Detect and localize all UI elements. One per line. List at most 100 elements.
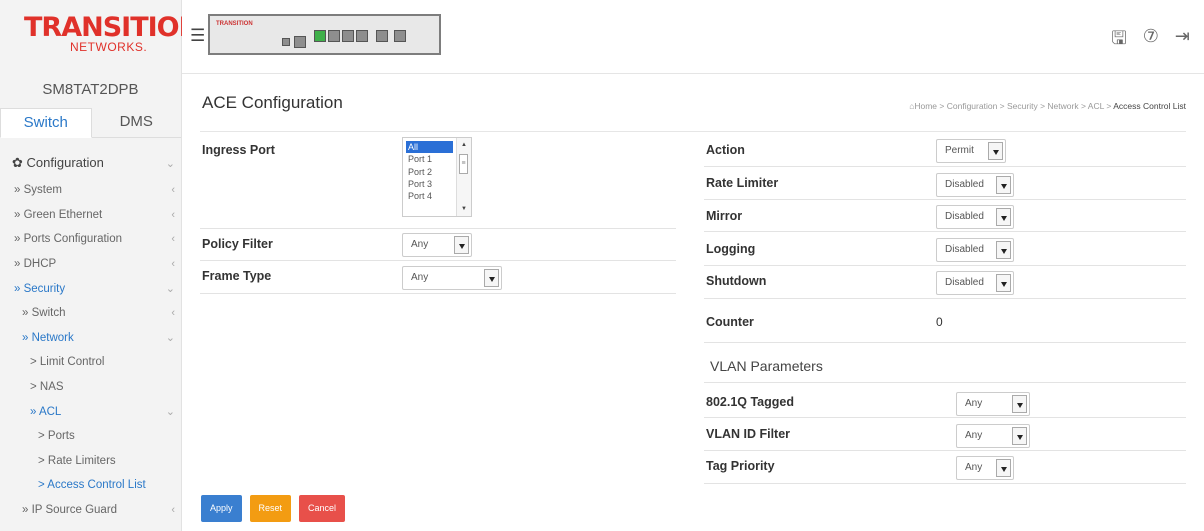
- breadcrumb-configuration[interactable]: Configuration: [947, 101, 998, 111]
- menu-access-control-list[interactable]: > Access Control List: [0, 473, 181, 498]
- menu-ports-configuration[interactable]: » Ports Configuration ‹: [0, 227, 181, 252]
- logging-row: Logging Disabled: [704, 232, 1186, 266]
- help-icon[interactable]: ⑦: [1143, 26, 1159, 56]
- action-select[interactable]: Permit: [936, 139, 1006, 163]
- tagged-value: Any: [965, 398, 983, 409]
- device-port: [376, 30, 388, 42]
- main-content: ACE Configuration ⌂Home > Configuration …: [182, 75, 1204, 531]
- rate-limiter-value: Disabled: [945, 179, 984, 190]
- menu-network[interactable]: » Network ⌄: [0, 326, 181, 351]
- rate-limiter-select[interactable]: Disabled: [936, 173, 1014, 197]
- brand-logo-line1: TRANSITION: [24, 12, 201, 43]
- ingress-port-option[interactable]: All: [406, 141, 453, 154]
- ingress-port-listbox[interactable]: All Port 1 Port 2 Port 3 Port 4 ▲ ≡ ▼: [402, 137, 472, 217]
- menu-network-label: » Network: [22, 331, 74, 344]
- ace-left-panel: Ingress Port All Port 1 Port 2 Port 3 Po…: [200, 133, 676, 294]
- frame-type-select[interactable]: Any: [402, 266, 502, 290]
- page-title: ACE Configuration: [202, 93, 343, 112]
- tag-priority-label: Tag Priority: [706, 459, 775, 473]
- device-port: [282, 38, 290, 46]
- menu-switch[interactable]: » Switch ‹: [0, 301, 181, 326]
- scroll-up-icon[interactable]: ▲: [461, 142, 467, 148]
- shutdown-row: Shutdown Disabled: [704, 266, 1186, 299]
- save-icon[interactable]: 🖫: [1111, 26, 1126, 56]
- mirror-select[interactable]: Disabled: [936, 205, 1014, 229]
- apply-button[interactable]: Apply: [201, 495, 242, 522]
- chevron-left-icon: ‹: [171, 208, 175, 221]
- scroll-down-icon[interactable]: ▼: [461, 206, 467, 212]
- vlan-parameters-header: VLAN Parameters: [704, 343, 1186, 383]
- scroll-thumb[interactable]: ≡: [459, 154, 468, 174]
- menu-acl[interactable]: » ACL ⌄: [0, 399, 181, 424]
- header-icons: 🖫 ⑦ ⇥: [1111, 26, 1190, 56]
- menu-access-control-list-label: > Access Control List: [38, 479, 146, 492]
- tab-dms[interactable]: DMS: [92, 108, 182, 137]
- menu-nas-label: > NAS: [30, 381, 64, 394]
- device-port: [294, 36, 306, 48]
- hamburger-icon[interactable]: ☰: [190, 26, 205, 46]
- breadcrumb-acl[interactable]: ACL: [1088, 101, 1104, 111]
- dropdown-arrow-icon: [1012, 395, 1027, 413]
- dropdown-arrow-icon: [996, 208, 1011, 226]
- reset-button[interactable]: Reset: [249, 495, 292, 522]
- menu-acl-ports-label: > Ports: [38, 430, 75, 443]
- menu-rate-limiters[interactable]: > Rate Limiters: [0, 449, 181, 474]
- chevron-left-icon: ‹: [171, 307, 175, 320]
- menu-configuration[interactable]: ✿ Configuration ⌄: [0, 148, 181, 178]
- logout-icon[interactable]: ⇥: [1175, 26, 1190, 56]
- cancel-button[interactable]: Cancel: [299, 495, 346, 522]
- menu-dhcp[interactable]: » DHCP ‹: [0, 252, 181, 277]
- dropdown-arrow-icon: [996, 274, 1011, 292]
- menu-ip-source-guard[interactable]: » IP Source Guard ‹: [0, 498, 181, 523]
- device-model: SM8TAT2DPB: [42, 81, 139, 98]
- logging-value: Disabled: [945, 244, 984, 255]
- listbox-scrollbar[interactable]: ▲ ≡ ▼: [456, 138, 471, 216]
- chevron-down-icon: ⌄: [165, 283, 175, 296]
- menu-switch-label: » Switch: [22, 307, 66, 320]
- counter-label: Counter: [706, 315, 754, 329]
- shutdown-select[interactable]: Disabled: [936, 271, 1014, 295]
- tab-switch[interactable]: Switch: [0, 108, 92, 138]
- frame-type-label: Frame Type: [202, 269, 272, 283]
- menu-green-ethernet-label: » Green Ethernet: [14, 208, 103, 221]
- chevron-left-icon: ‹: [171, 504, 175, 517]
- dropdown-arrow-icon: [996, 459, 1011, 477]
- menu-limit-control-label: > Limit Control: [30, 356, 105, 369]
- menu-system[interactable]: » System ‹: [0, 178, 181, 203]
- ace-right-panel: Action Permit Rate Limiter Disabled Mirr…: [704, 133, 1186, 484]
- vlan-id-filter-value: Any: [965, 430, 983, 441]
- action-value: Permit: [945, 145, 974, 156]
- rate-limiter-label: Rate Limiter: [706, 176, 779, 190]
- title-divider: [200, 131, 1186, 132]
- menu-acl-label: » ACL: [30, 405, 62, 418]
- menu-limit-control[interactable]: > Limit Control: [0, 350, 181, 375]
- menu-nas[interactable]: > NAS: [0, 375, 181, 400]
- menu-ip-source-guard-label: » IP Source Guard: [22, 504, 118, 517]
- tagged-select[interactable]: Any: [956, 392, 1030, 416]
- vlan-parameters-title: VLAN Parameters: [710, 358, 823, 374]
- counter-row: Counter 0: [704, 299, 1186, 343]
- dropdown-arrow-icon: [996, 176, 1011, 194]
- menu-green-ethernet[interactable]: » Green Ethernet ‹: [0, 203, 181, 228]
- tagged-label: 802.1Q Tagged: [706, 395, 794, 409]
- sidebar-menu: ✿ Configuration ⌄ » System ‹ » Green Ethe…: [0, 138, 181, 522]
- breadcrumb-home[interactable]: Home: [914, 101, 937, 111]
- device-port: [314, 30, 326, 42]
- logging-select[interactable]: Disabled: [936, 238, 1014, 262]
- chevron-down-icon: ⌄: [165, 332, 175, 345]
- policy-filter-select[interactable]: Any: [402, 233, 472, 257]
- menu-acl-ports[interactable]: > Ports: [0, 424, 181, 449]
- menu-security[interactable]: » Security ⌄: [0, 276, 181, 301]
- vlan-id-filter-row: VLAN ID Filter Any: [704, 418, 1186, 451]
- brand-logo-line2: NETWORKS.: [70, 40, 148, 54]
- frame-type-row: Frame Type Any: [200, 261, 676, 294]
- breadcrumb-security[interactable]: Security: [1007, 101, 1038, 111]
- device-panel-image[interactable]: TRANSITION: [208, 14, 441, 55]
- menu-rate-limiters-label: > Rate Limiters: [38, 454, 116, 467]
- breadcrumb-network[interactable]: Network: [1047, 101, 1078, 111]
- tag-priority-select[interactable]: Any: [956, 456, 1014, 480]
- device-brand: TRANSITION: [216, 21, 253, 27]
- vlan-id-filter-select[interactable]: Any: [956, 424, 1030, 448]
- policy-filter-value: Any: [411, 239, 429, 250]
- brand-logo[interactable]: TRANSITION NETWORKS.: [0, 0, 201, 68]
